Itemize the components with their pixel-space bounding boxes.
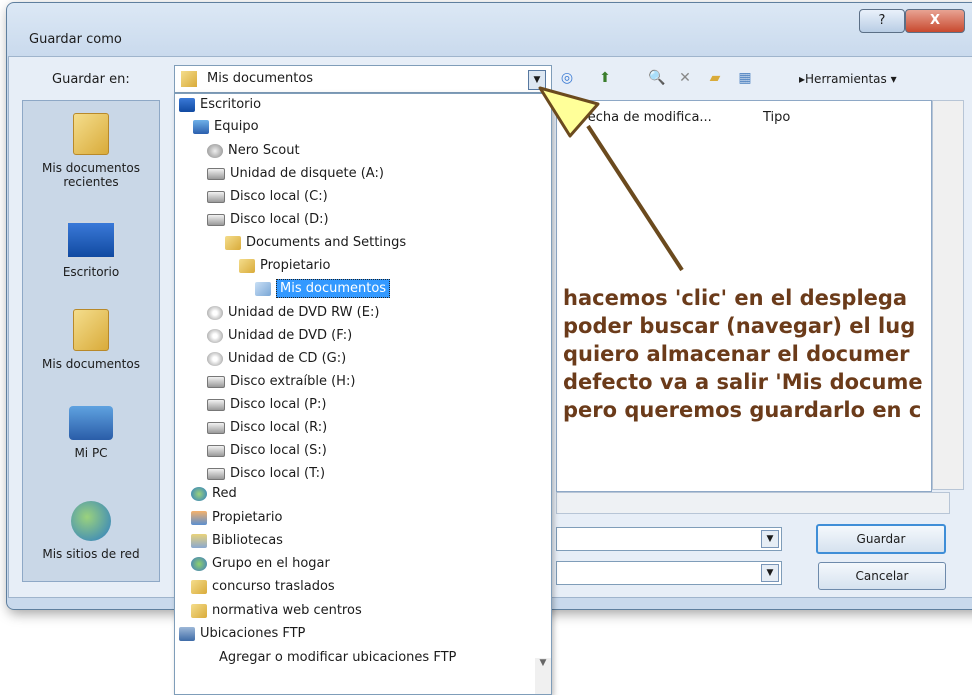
ftp-icon (179, 626, 195, 641)
network-drive-icon (207, 421, 225, 434)
desktop-icon (66, 221, 116, 259)
location-dropdown-list: Escritorio Equipo Nero Scout Unidad de d… (174, 93, 552, 695)
documents-folder-icon (255, 281, 271, 296)
save-in-value: Mis documentos (207, 71, 314, 86)
annotation-line: pero queremos guardarlo en c (563, 398, 922, 422)
place-desktop[interactable]: Escritorio (23, 221, 159, 279)
place-label: Mis sitios de red (42, 547, 140, 561)
dropdown-scroll-down[interactable]: ▼ (535, 658, 551, 694)
network-drive-icon (207, 444, 225, 457)
dropdown-item[interactable]: Disco local (D:) (207, 209, 329, 231)
dropdown-item-selected[interactable]: Mis documentos (255, 278, 391, 300)
dialog-title: Guardar como (29, 32, 122, 47)
column-type[interactable]: Tipo (763, 101, 790, 135)
dvd-drive-icon (207, 328, 223, 343)
network-drive-icon (207, 467, 225, 480)
help-button[interactable]: ? (859, 9, 905, 33)
dropdown-item[interactable]: Unidad de DVD (F:) (207, 325, 352, 347)
computer-icon (193, 119, 209, 134)
dropdown-item[interactable]: Agregar o modificar ubicaciones FTP (219, 647, 456, 669)
dropdown-item[interactable]: Disco local (C:) (207, 186, 328, 208)
disk-drive-icon (207, 190, 225, 203)
filetype-select[interactable]: ▼ (556, 561, 782, 585)
folder-icon (191, 603, 207, 618)
dropdown-item[interactable]: Disco local (S:) (207, 440, 327, 462)
dropdown-item[interactable]: Unidad de CD (G:) (207, 348, 346, 370)
place-label: Mi PC (74, 446, 108, 460)
folder-icon (225, 235, 241, 250)
user-icon (191, 510, 207, 525)
tools-menu[interactable]: ▸Herramientas ▾ (799, 72, 897, 86)
dropdown-item[interactable]: Red (191, 483, 237, 505)
place-label: Mis documentos (42, 357, 140, 371)
disk-drive-icon (207, 213, 225, 226)
network-drive-icon (207, 398, 225, 411)
folder-icon (239, 258, 255, 273)
dropdown-item[interactable]: normativa web centros (191, 600, 362, 622)
place-network[interactable]: Mis sitios de red (23, 501, 159, 561)
documents-folder-icon (73, 309, 109, 351)
nero-icon (207, 143, 223, 158)
cd-drive-icon (207, 351, 223, 366)
place-my-computer[interactable]: Mi PC (23, 406, 159, 460)
places-bar: Mis documentos recientes Escritorio Mis … (22, 100, 160, 582)
annotation-line: hacemos 'clic' en el desplega (563, 286, 908, 310)
filename-field[interactable]: ▼ (556, 527, 782, 551)
title-bar: Guardar como ? X (7, 3, 972, 53)
place-recent-documents[interactable]: Mis documentos recientes (23, 113, 159, 189)
recent-folder-icon (73, 113, 109, 155)
removable-drive-icon (207, 375, 225, 388)
dropdown-item[interactable]: Ubicaciones FTP (179, 623, 305, 645)
floppy-drive-icon (207, 167, 225, 180)
close-button[interactable]: X (905, 9, 965, 33)
dropdown-item[interactable]: Grupo en el hogar (191, 553, 330, 575)
annotation-line: quiero almacenar el documer (563, 342, 910, 366)
dropdown-item[interactable]: Unidad de DVD RW (E:) (207, 302, 379, 324)
chevron-down-icon[interactable]: ▼ (761, 564, 779, 582)
save-button[interactable]: Guardar (816, 524, 946, 554)
library-icon (191, 533, 207, 548)
dropdown-item[interactable]: Bibliotecas (191, 530, 283, 552)
dropdown-item[interactable]: Disco local (P:) (207, 394, 326, 416)
chevron-down-icon[interactable]: ▼ (761, 530, 779, 548)
network-icon (191, 486, 207, 501)
dropdown-item[interactable]: Propietario (191, 507, 282, 529)
dropdown-item[interactable]: Unidad de disquete (A:) (207, 163, 384, 185)
place-my-documents[interactable]: Mis documentos (23, 309, 159, 371)
annotation-arrow-icon (538, 86, 684, 272)
annotation-line: defecto va a salir 'Mis docume (563, 370, 923, 394)
annotation-text: hacemos 'clic' en el desplega poder busc… (563, 284, 972, 424)
dropdown-item[interactable]: concurso traslados (191, 576, 335, 598)
dropdown-item[interactable]: Escritorio (179, 94, 261, 116)
save-in-label: Guardar en: (52, 72, 130, 87)
annotation-line: poder buscar (navegar) el lug (563, 314, 916, 338)
dropdown-item[interactable]: Propietario (239, 255, 330, 277)
place-label: Escritorio (62, 265, 120, 279)
save-in-combobox[interactable]: Mis documentos (174, 65, 552, 93)
dropdown-item[interactable]: Nero Scout (207, 140, 300, 162)
dropdown-item[interactable]: Documents and Settings (225, 232, 406, 254)
dvd-drive-icon (207, 305, 223, 320)
desktop-icon (179, 97, 195, 112)
folder-icon (191, 579, 207, 594)
dropdown-item[interactable]: Disco extraíble (H:) (207, 371, 355, 393)
horizontal-scrollbar[interactable] (556, 492, 950, 514)
cancel-button[interactable]: Cancelar (818, 562, 946, 590)
place-label: Mis documentos recientes (42, 161, 140, 189)
dropdown-item[interactable]: Equipo (193, 116, 259, 138)
views-icon[interactable]: ▦ (734, 68, 756, 88)
network-icon (71, 501, 111, 541)
folder-icon (181, 71, 197, 87)
computer-icon (69, 406, 113, 440)
dropdown-item[interactable]: Disco local (T:) (207, 463, 325, 485)
dropdown-item[interactable]: Disco local (R:) (207, 417, 327, 439)
homegroup-icon (191, 556, 207, 571)
